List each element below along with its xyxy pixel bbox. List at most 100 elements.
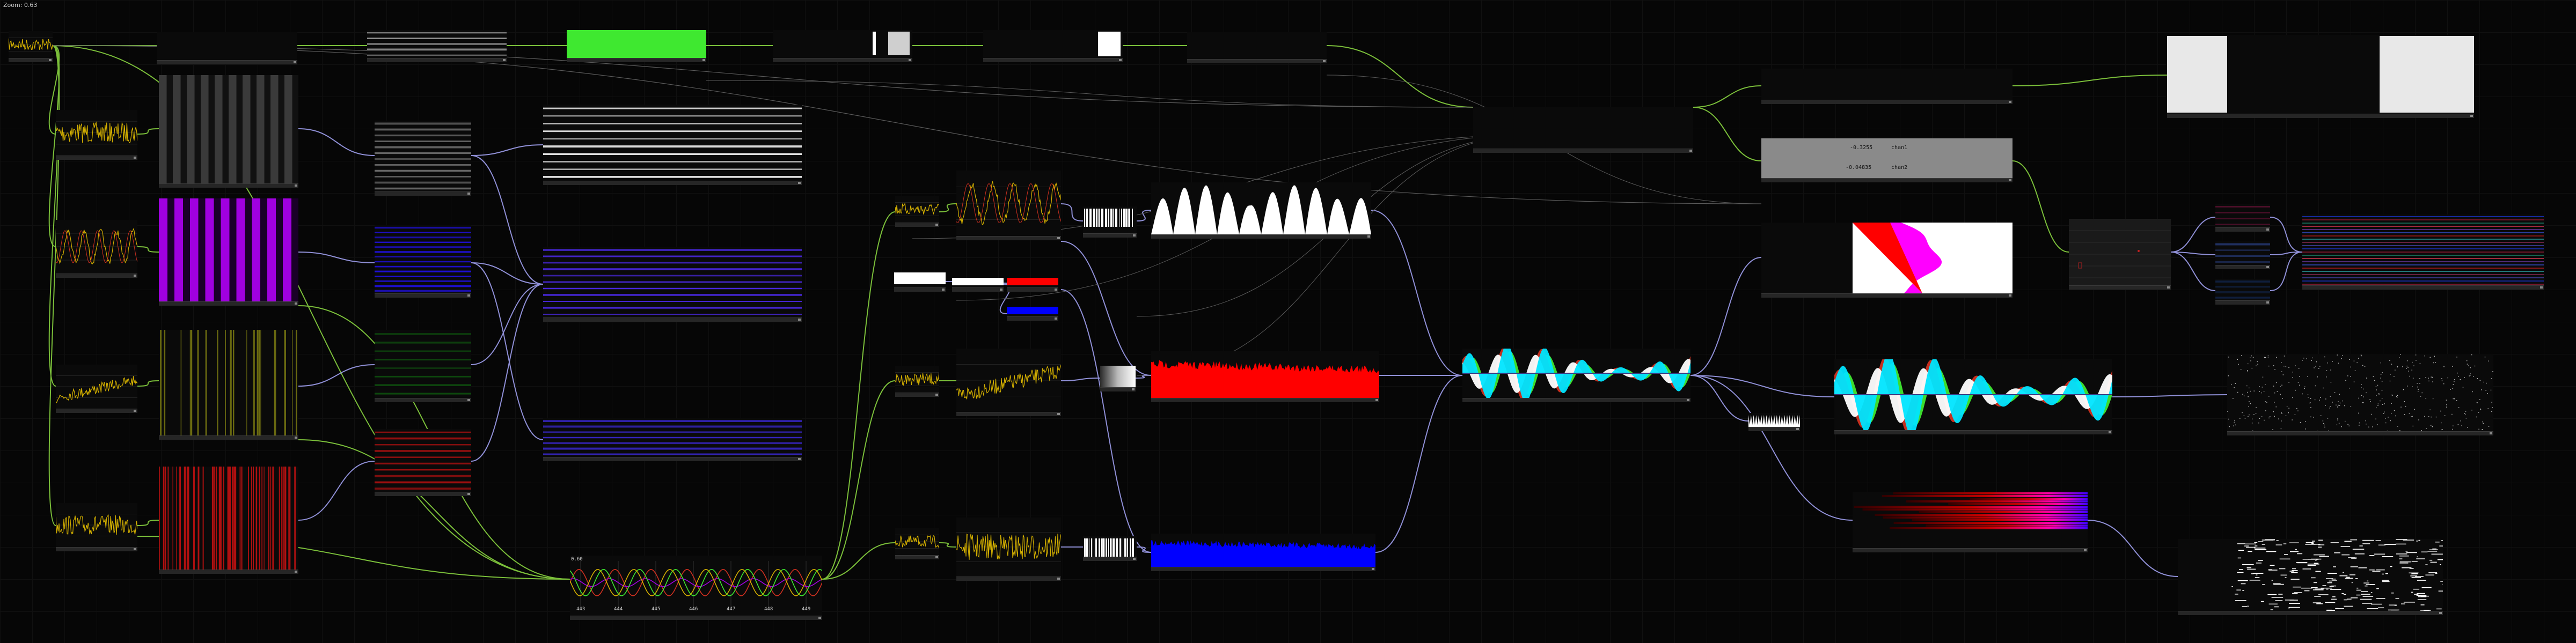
- square-handle-icon[interactable]: [295, 302, 297, 305]
- node-split-a[interactable]: [2215, 204, 2270, 232]
- square-handle-icon[interactable]: [1687, 399, 1689, 401]
- square-handle-icon[interactable]: [1133, 558, 1136, 560]
- square-handle-icon[interactable]: [702, 59, 705, 61]
- node-empty-top-right[interactable]: [1761, 69, 2012, 104]
- node-readout[interactable]: -0.3255 chan1 -0.04835 chan2: [1761, 138, 2012, 182]
- square-handle-icon[interactable]: [2266, 228, 2269, 231]
- node-white-peaks[interactable]: [1151, 182, 1371, 239]
- node-barcode-a[interactable]: [1083, 206, 1137, 238]
- square-handle-icon[interactable]: [467, 399, 470, 401]
- node-split-c[interactable]: [2215, 279, 2270, 305]
- square-handle-icon[interactable]: [1133, 234, 1136, 236]
- square-handle-icon[interactable]: [503, 59, 506, 61]
- square-handle-icon[interactable]: [798, 182, 801, 184]
- square-handle-icon[interactable]: [294, 61, 296, 63]
- square-handle-icon[interactable]: [798, 458, 801, 460]
- square-handle-icon[interactable]: [798, 319, 801, 321]
- node-green-hlines[interactable]: [375, 330, 471, 402]
- node-white-bar[interactable]: [894, 272, 946, 292]
- square-handle-icon[interactable]: [295, 437, 297, 439]
- node-signal-a[interactable]: [56, 110, 137, 160]
- node-graph-canvas[interactable]: Zoom: 0.63 0.60 443 444 445 446 447 448 …: [0, 0, 2576, 643]
- node-gradient[interactable]: [1100, 366, 1136, 391]
- node-scatter[interactable]: [2227, 354, 2493, 435]
- node-dark-scope[interactable]: [2069, 219, 2171, 290]
- node-multi-wave-2[interactable]: [1834, 359, 2112, 434]
- node-signal-d[interactable]: [56, 503, 137, 551]
- square-handle-icon[interactable]: [467, 493, 470, 495]
- node-small-signal-b[interactable]: [895, 366, 939, 397]
- square-handle-icon[interactable]: [1132, 388, 1135, 390]
- square-handle-icon[interactable]: [2109, 431, 2111, 433]
- square-handle-icon[interactable]: [2540, 286, 2543, 289]
- square-handle-icon[interactable]: [1000, 289, 1002, 291]
- node-red-spectrum[interactable]: [1151, 351, 1379, 402]
- square-handle-icon[interactable]: [295, 571, 297, 573]
- square-handle-icon[interactable]: [2266, 301, 2269, 304]
- node-grey-top[interactable]: [367, 30, 507, 62]
- square-handle-icon[interactable]: [935, 394, 938, 396]
- node-small-signal-c[interactable]: [895, 528, 939, 559]
- square-handle-icon[interactable]: [2490, 432, 2492, 434]
- square-handle-icon[interactable]: [49, 59, 52, 61]
- square-handle-icon[interactable]: [2009, 179, 2011, 181]
- square-handle-icon[interactable]: [1372, 568, 1374, 570]
- node-osc-c[interactable]: [956, 518, 1061, 581]
- node-small-signal-a[interactable]: [895, 196, 939, 227]
- node-blue-hlines[interactable]: [375, 225, 471, 298]
- square-handle-icon[interactable]: [134, 548, 136, 550]
- node-red-lines[interactable]: [159, 467, 298, 574]
- node-two-squares[interactable]: [2167, 35, 2474, 118]
- node-color-lines[interactable]: [2302, 215, 2544, 290]
- square-handle-icon[interactable]: [1055, 317, 1057, 320]
- square-handle-icon[interactable]: [942, 289, 945, 291]
- node-empty-mid[interactable]: [1473, 107, 1693, 153]
- square-handle-icon[interactable]: [1057, 578, 1060, 580]
- square-handle-icon[interactable]: [134, 410, 136, 412]
- square-handle-icon[interactable]: [1055, 289, 1057, 291]
- node-split-b[interactable]: [2215, 241, 2270, 269]
- square-handle-icon[interactable]: [467, 294, 470, 297]
- node-tiny-peaks[interactable]: [1748, 413, 1800, 431]
- square-handle-icon[interactable]: [295, 184, 297, 187]
- square-handle-icon[interactable]: [2470, 115, 2473, 117]
- square-handle-icon[interactable]: [2009, 101, 2011, 103]
- node-blue-spectrum[interactable]: [1151, 534, 1375, 571]
- node-purple-bars[interactable]: [159, 198, 298, 306]
- square-handle-icon[interactable]: [909, 59, 911, 61]
- node-white-pulse[interactable]: [773, 30, 912, 62]
- node-red-hlines[interactable]: [375, 429, 471, 496]
- square-handle-icon[interactable]: [467, 193, 470, 195]
- node-gradient-bars[interactable]: [1853, 492, 2088, 552]
- node-grey-hlines[interactable]: [375, 121, 471, 196]
- square-handle-icon[interactable]: [2084, 549, 2087, 551]
- node-white-square[interactable]: [983, 30, 1123, 62]
- square-handle-icon[interactable]: [134, 157, 136, 159]
- node-white-bar-2[interactable]: [952, 278, 1004, 292]
- node-blue-bar[interactable]: [1007, 307, 1058, 321]
- square-handle-icon[interactable]: [935, 224, 938, 226]
- node-red-bar[interactable]: [1007, 278, 1058, 292]
- square-handle-icon[interactable]: [2009, 294, 2011, 297]
- node-top-lines-a[interactable]: [157, 32, 297, 64]
- node-green-top[interactable]: [567, 30, 706, 62]
- square-handle-icon[interactable]: [935, 556, 938, 558]
- node-top-empty[interactable]: [1187, 32, 1327, 63]
- square-handle-icon[interactable]: [2266, 266, 2269, 268]
- square-handle-icon[interactable]: [1323, 60, 1326, 62]
- square-handle-icon[interactable]: [1796, 428, 1799, 430]
- node-white-texture[interactable]: [2178, 539, 2443, 615]
- square-handle-icon[interactable]: [2167, 286, 2170, 289]
- node-white-hlines[interactable]: [543, 105, 802, 185]
- node-grey-bars[interactable]: [159, 75, 298, 188]
- square-handle-icon[interactable]: [818, 617, 821, 619]
- node-multi-wave[interactable]: [1462, 349, 1690, 402]
- node-yellow-lines[interactable]: [159, 330, 298, 440]
- square-handle-icon[interactable]: [1057, 413, 1060, 415]
- node-source-signal[interactable]: [9, 31, 53, 62]
- node-osc-b[interactable]: [956, 349, 1061, 416]
- node-blue-purple-hlines[interactable]: [543, 247, 802, 322]
- node-blue-hlines-2[interactable]: [543, 418, 802, 461]
- node-signal-c[interactable]: [56, 365, 137, 413]
- square-handle-icon[interactable]: [1057, 237, 1060, 239]
